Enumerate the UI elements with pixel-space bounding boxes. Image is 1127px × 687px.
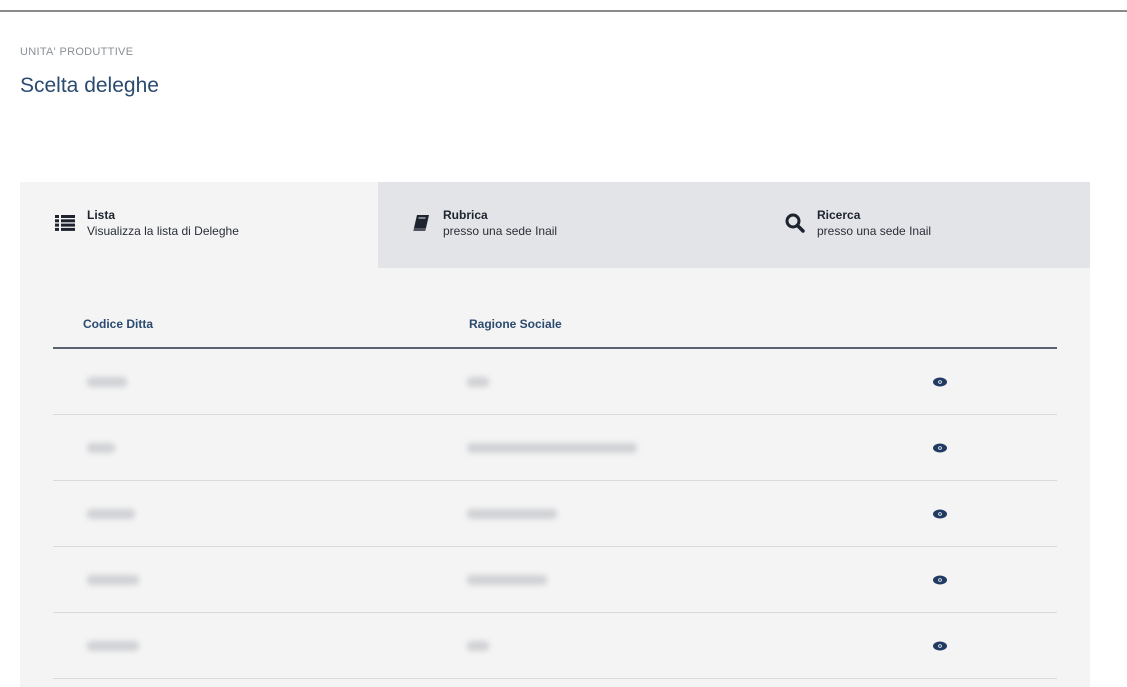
tab-rubrica-subtitle: presso una sede Inail xyxy=(443,224,558,238)
page-title: Scelta deleghe xyxy=(20,74,159,97)
tab-bar: Lista Visualizza la lista di Deleghe Rub… xyxy=(20,182,1090,268)
table-row xyxy=(53,481,1057,547)
redacted-ragione-sociale xyxy=(467,575,547,585)
redacted-codice-ditta xyxy=(87,575,139,585)
tab-ricerca-subtitle: presso una sede Inail xyxy=(817,224,932,238)
eye-icon[interactable] xyxy=(933,506,947,524)
book-icon xyxy=(408,212,434,234)
tab-ricerca[interactable]: Ricerca presso una sede Inail xyxy=(738,182,1090,268)
redacted-codice-ditta xyxy=(87,641,139,651)
tab-rubrica[interactable]: Rubrica presso una sede Inail xyxy=(378,182,738,268)
eye-icon[interactable] xyxy=(933,638,947,656)
tab-rubrica-text: Rubrica presso una sede Inail xyxy=(443,208,557,238)
tab-lista-title: Lista xyxy=(87,208,116,222)
eye-icon[interactable] xyxy=(933,572,947,590)
eye-icon[interactable] xyxy=(933,374,947,392)
column-header-codice-ditta: Codice Ditta xyxy=(83,317,154,331)
search-icon xyxy=(782,212,808,234)
table-row xyxy=(53,415,1057,481)
deleghe-table: Codice Ditta Ragione Sociale xyxy=(53,310,1057,679)
tab-lista[interactable]: Lista Visualizza la lista di Deleghe xyxy=(20,182,378,268)
table-row xyxy=(53,613,1057,679)
tab-ricerca-text: Ricerca presso una sede Inail xyxy=(817,208,931,238)
top-divider xyxy=(0,0,1127,12)
list-icon xyxy=(52,212,78,234)
tab-lista-subtitle: Visualizza la lista di Deleghe xyxy=(87,224,239,238)
table-row xyxy=(53,349,1057,415)
column-header-ragione-sociale: Ragione Sociale xyxy=(469,317,562,331)
tab-ricerca-title: Ricerca xyxy=(817,208,861,222)
table-row xyxy=(53,547,1057,613)
table-header: Codice Ditta Ragione Sociale xyxy=(53,310,1057,349)
redacted-ragione-sociale xyxy=(467,443,637,453)
tab-lista-text: Lista Visualizza la lista di Deleghe xyxy=(87,208,239,238)
redacted-ragione-sociale xyxy=(467,377,489,387)
redacted-codice-ditta xyxy=(87,509,135,519)
eye-icon[interactable] xyxy=(933,440,947,458)
breadcrumb: UNITA' PRODUTTIVE xyxy=(20,46,134,58)
redacted-codice-ditta xyxy=(87,377,127,387)
page-header: UNITA' PRODUTTIVE Scelta deleghe xyxy=(20,46,159,98)
redacted-ragione-sociale xyxy=(467,641,489,651)
redacted-ragione-sociale xyxy=(467,509,557,519)
tab-rubrica-title: Rubrica xyxy=(443,208,488,222)
deleghe-panel: Lista Visualizza la lista di Deleghe Rub… xyxy=(20,182,1090,687)
redacted-codice-ditta xyxy=(87,443,115,453)
